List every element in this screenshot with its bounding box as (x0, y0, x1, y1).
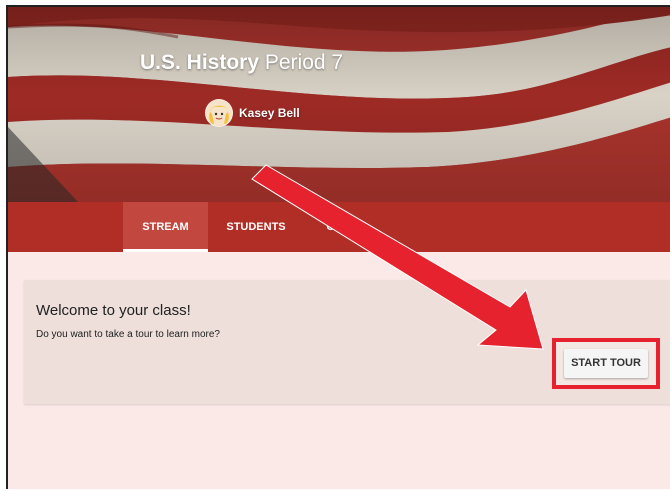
teacher-name: Kasey Bell (239, 106, 300, 120)
teacher-avatar-icon (205, 99, 233, 127)
welcome-subtitle: Do you want to take a tour to learn more… (36, 329, 220, 340)
start-tour-highlight: START TOUR (552, 338, 660, 389)
start-tour-button[interactable]: START TOUR (564, 349, 648, 378)
class-title-period: Period 7 (259, 51, 344, 74)
welcome-card: Welcome to your class! Do you want to ta… (24, 280, 670, 404)
teacher-info[interactable]: Kasey Bell (205, 99, 300, 127)
banner-shade (8, 7, 670, 202)
welcome-title: Welcome to your class! (36, 302, 191, 319)
class-tabs: STREAM STUDENTS OUT (8, 202, 670, 252)
class-title-name: U.S. History (140, 51, 260, 74)
class-title: U.S. History Period 7 (140, 51, 343, 75)
class-banner: U.S. History Period 7 Kasey Bell (8, 7, 670, 202)
stream-content: Welcome to your class! Do you want to ta… (8, 252, 670, 489)
tab-about[interactable]: OUT (308, 202, 368, 252)
tab-stream[interactable]: STREAM (123, 202, 208, 252)
tab-students[interactable]: STUDENTS (216, 202, 296, 252)
classroom-window: U.S. History Period 7 Kasey Bell STREAM … (6, 5, 670, 489)
